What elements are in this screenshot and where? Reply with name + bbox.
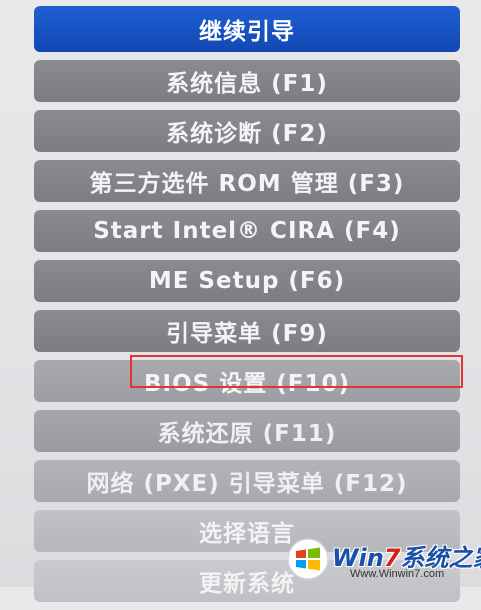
menu-item-intel-cira[interactable]: Start Intel® CIRA (F4) — [34, 210, 460, 252]
watermark-url: Www.Winwin7.com — [350, 568, 445, 580]
menu-item-continue-boot[interactable]: 继续引导 — [34, 6, 460, 52]
menu-item-bios-setup[interactable]: BIOS 设置 (F10) — [34, 360, 460, 402]
menu-item-network-boot[interactable]: 网络 (PXE) 引导菜单 (F12) — [34, 460, 460, 502]
menu-item-system-diagnostics[interactable]: 系统诊断 (F2) — [34, 110, 460, 152]
boot-menu: 继续引导 系统信息 (F1) 系统诊断 (F2) 第三方选件 ROM 管理 (F… — [34, 6, 460, 610]
site-watermark: Win7系统之家 Www.Winwin7.com — [286, 535, 481, 585]
menu-item-system-info[interactable]: 系统信息 (F1) — [34, 60, 460, 102]
menu-item-system-recovery[interactable]: 系统还原 (F11) — [34, 410, 460, 452]
menu-item-boot-menu[interactable]: 引导菜单 (F9) — [34, 310, 460, 352]
menu-item-me-setup[interactable]: ME Setup (F6) — [34, 260, 460, 302]
menu-item-option-rom[interactable]: 第三方选件 ROM 管理 (F3) — [34, 160, 460, 202]
windows-logo-icon — [287, 538, 329, 580]
